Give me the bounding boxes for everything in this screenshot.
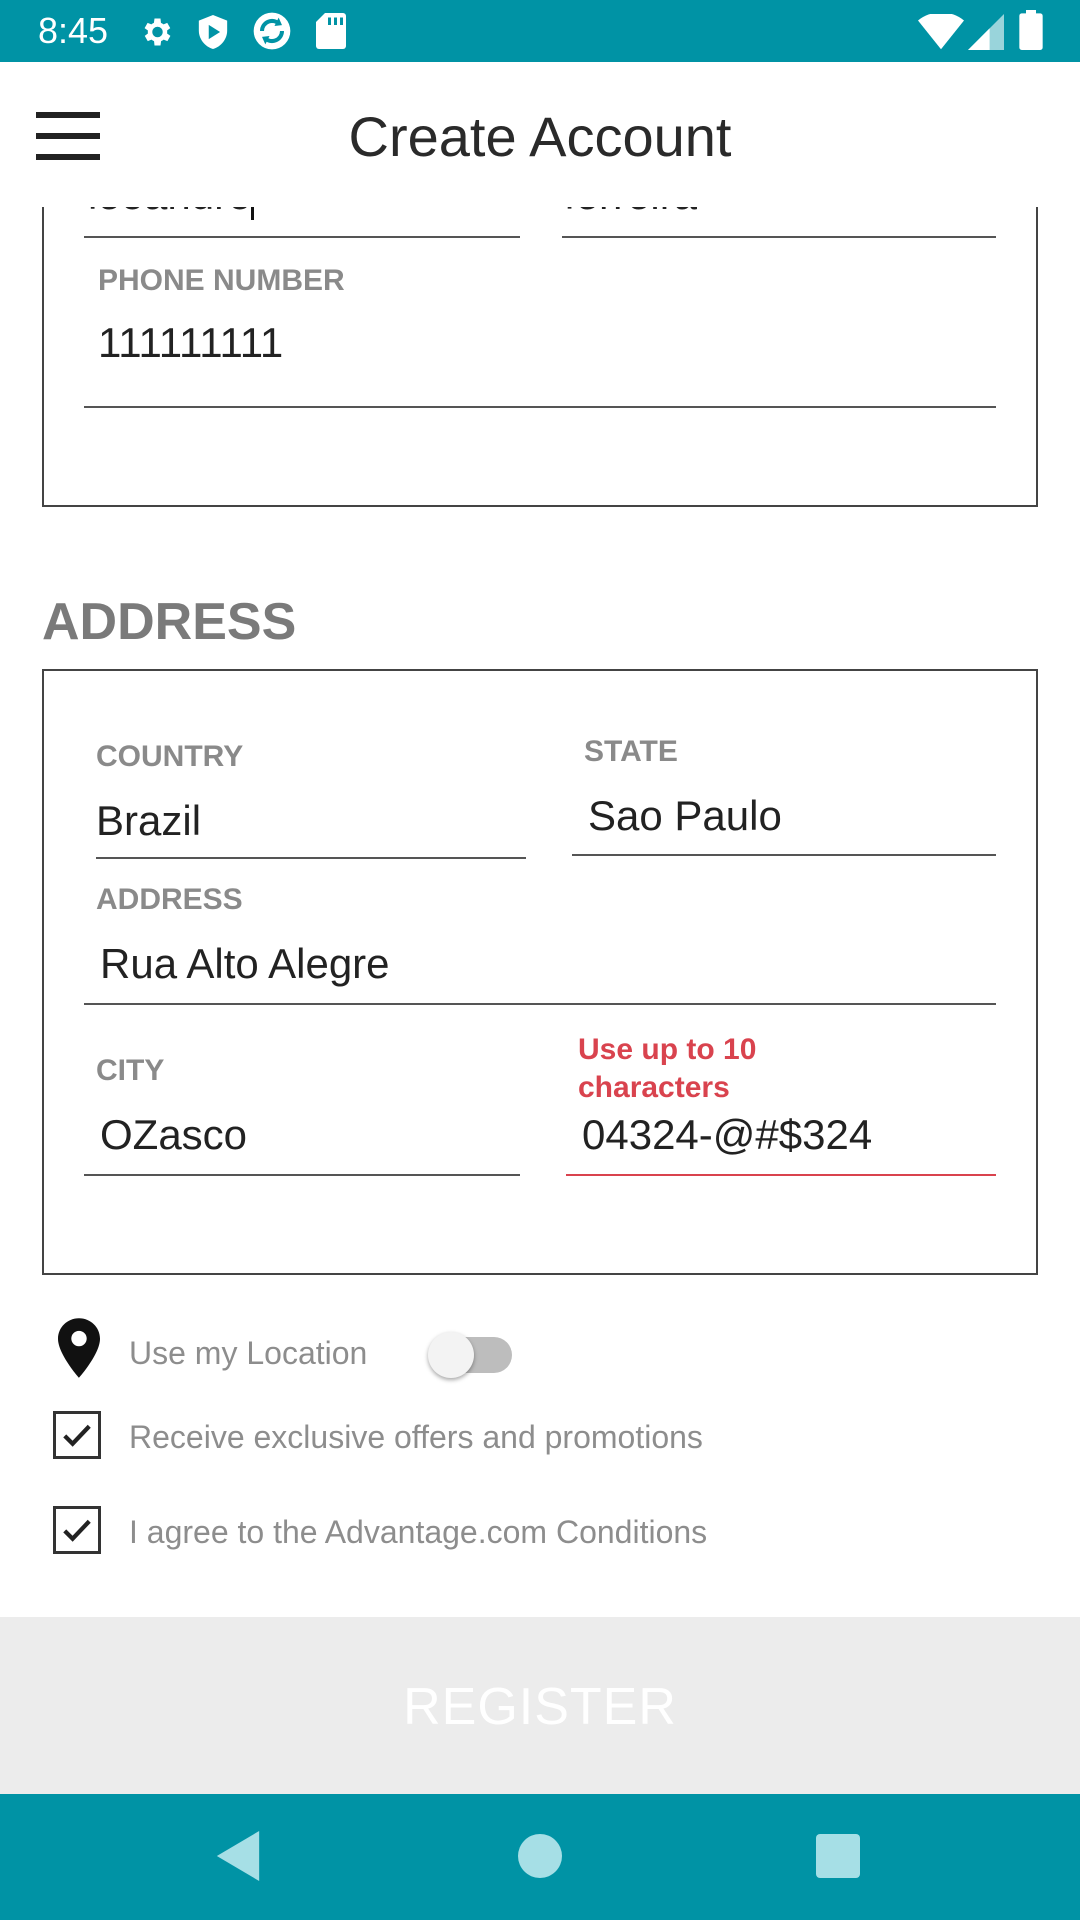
country-underline bbox=[96, 857, 526, 859]
register-button[interactable]: REGISTER bbox=[0, 1617, 1080, 1794]
personal-details-panel: leoandro ferreira PHONE NUMBER 111111111 bbox=[42, 207, 1038, 507]
postal-code-underline bbox=[566, 1174, 996, 1176]
personal-details-viewport: leoandro ferreira PHONE NUMBER 111111111 bbox=[0, 207, 1080, 507]
address-section-title: ADDRESS bbox=[42, 593, 297, 651]
phone-underline bbox=[84, 406, 996, 408]
text-cursor bbox=[251, 207, 255, 220]
last-name-field[interactable]: ferreira bbox=[564, 207, 964, 221]
phone-input[interactable]: 111111111 bbox=[98, 317, 978, 369]
city-input[interactable]: OZasco bbox=[100, 1109, 500, 1161]
status-bar: 8:45 bbox=[0, 0, 1080, 62]
check-icon bbox=[63, 1424, 91, 1447]
app-bar: Create Account bbox=[0, 62, 1080, 207]
first-name-underline bbox=[84, 236, 520, 238]
signal-icon bbox=[968, 14, 1004, 50]
agree-checkbox[interactable] bbox=[53, 1506, 101, 1554]
city-underline bbox=[84, 1174, 520, 1176]
page-title: Create Account bbox=[348, 105, 732, 168]
gear-icon bbox=[144, 18, 171, 46]
offers-checkbox[interactable] bbox=[53, 1411, 101, 1459]
shield-icon bbox=[198, 15, 228, 49]
offers-label: Receive exclusive offers and promotions bbox=[129, 1419, 703, 1455]
register-label: REGISTER bbox=[403, 1678, 677, 1736]
first-name-value: leoandro bbox=[88, 207, 251, 218]
country-select[interactable]: Brazil bbox=[96, 795, 516, 847]
toggle-thumb bbox=[428, 1332, 474, 1378]
sd-card-icon bbox=[316, 13, 346, 49]
postal-code-error-line2: characters bbox=[578, 1071, 730, 1104]
country-label: COUNTRY bbox=[96, 740, 244, 773]
state-input[interactable]: Sao Paulo bbox=[588, 790, 988, 842]
first-name-field[interactable]: leoandro bbox=[88, 207, 488, 221]
address-underline bbox=[84, 1003, 996, 1005]
system-nav-bar bbox=[0, 1794, 1080, 1920]
address-input[interactable]: Rua Alto Alegre bbox=[100, 938, 980, 990]
location-pin-icon bbox=[58, 1318, 100, 1378]
postal-code-error: Use up to 10 characters bbox=[578, 1031, 978, 1107]
last-name-underline bbox=[562, 236, 996, 238]
postal-code-error-line1: Use up to 10 bbox=[578, 1033, 757, 1066]
sync-icon bbox=[253, 12, 291, 50]
recents-icon[interactable] bbox=[816, 1834, 860, 1878]
check-icon bbox=[63, 1519, 91, 1542]
back-icon[interactable] bbox=[216, 1831, 260, 1881]
city-label: CITY bbox=[96, 1054, 165, 1087]
phone-label: PHONE NUMBER bbox=[98, 264, 345, 297]
state-label: STATE bbox=[584, 735, 678, 768]
home-icon[interactable] bbox=[518, 1834, 562, 1878]
address-label: ADDRESS bbox=[96, 883, 243, 916]
state-underline bbox=[572, 854, 996, 856]
use-location-toggle[interactable] bbox=[428, 1330, 512, 1380]
wifi-icon bbox=[918, 14, 964, 50]
postal-code-input[interactable]: 04324-@#$324 bbox=[582, 1109, 992, 1161]
agree-label: I agree to the Advantage.com Conditions bbox=[129, 1514, 708, 1550]
status-time: 8:45 bbox=[38, 10, 109, 51]
battery-icon bbox=[1019, 10, 1043, 50]
use-location-label: Use my Location bbox=[129, 1335, 368, 1371]
address-panel: COUNTRY Brazil STATE Sao Paulo ADDRESS R… bbox=[42, 669, 1038, 1275]
